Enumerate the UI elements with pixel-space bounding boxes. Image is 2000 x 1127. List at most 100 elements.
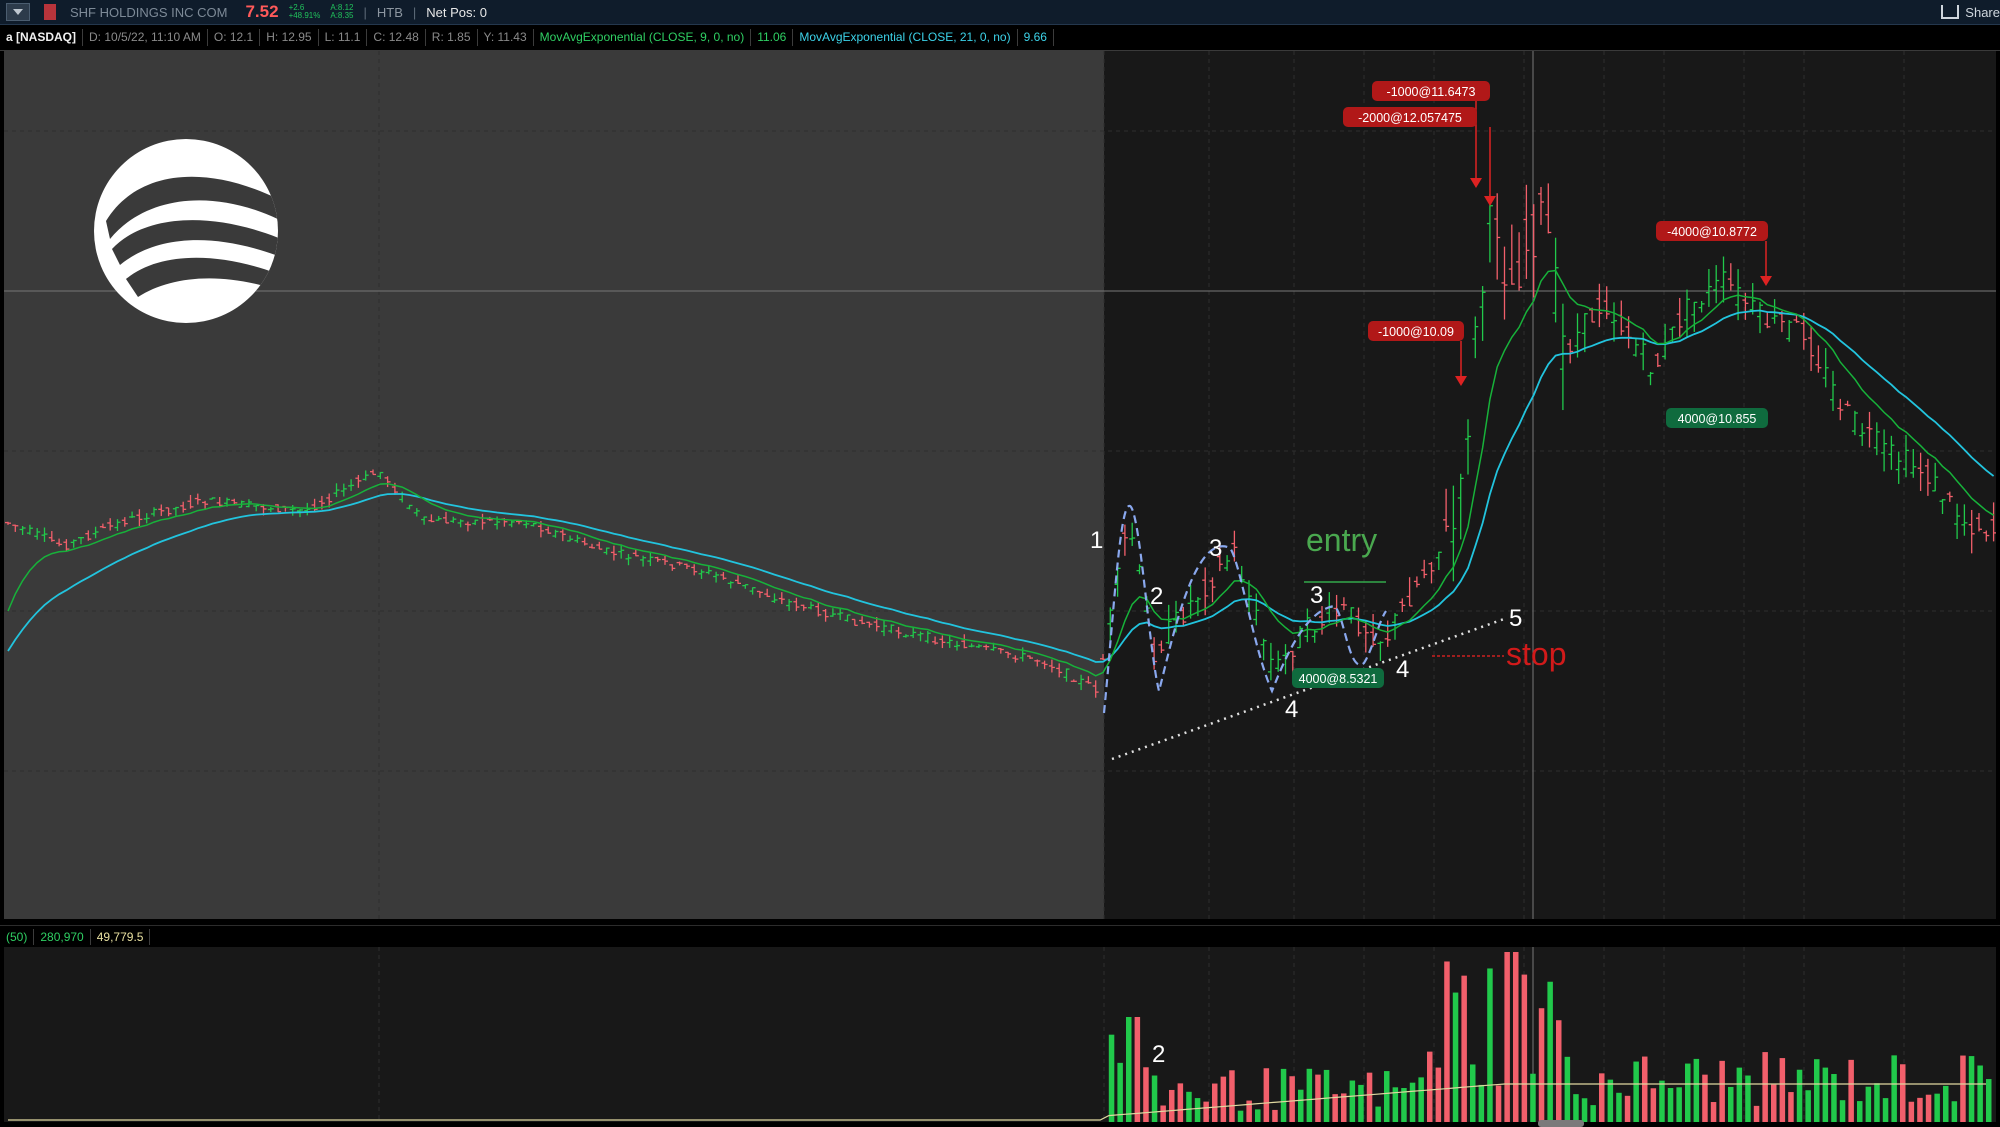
volume-bar	[1117, 1062, 1123, 1122]
volume-chart[interactable]: 2	[4, 947, 1996, 1122]
volume-bar	[1478, 1084, 1485, 1122]
volume-bar	[1220, 1076, 1227, 1122]
order-buy-2[interactable]: 4000@8.5321	[1292, 668, 1384, 688]
volume-bar	[1659, 1080, 1665, 1122]
volume-bar	[1564, 1056, 1571, 1122]
order-sell-1-label: -1000@11.6473	[1387, 85, 1476, 99]
volume-bar	[1358, 1084, 1364, 1122]
volume-bar	[1452, 992, 1459, 1122]
volume-bar	[1538, 1008, 1545, 1122]
volume-bar	[1900, 1064, 1906, 1122]
wave-label-3b: 3	[1310, 582, 1323, 609]
order-sell-4[interactable]: -4000@10.8772	[1656, 221, 1772, 286]
volume-bar	[1805, 1090, 1811, 1122]
volume-bar	[1547, 981, 1553, 1122]
volume-bar	[1126, 1017, 1132, 1122]
last-price: 7.52	[245, 2, 279, 21]
volume-bar	[1745, 1075, 1751, 1122]
volume-bar	[1839, 1100, 1846, 1122]
divider: |	[363, 4, 367, 20]
ema21-study-label[interactable]: MovAvgExponential (CLOSE, 21, 0, no)	[793, 29, 1018, 46]
volume-bar	[1728, 1086, 1734, 1122]
order-sell-3[interactable]: -1000@10.09	[1368, 321, 1467, 386]
share-button[interactable]: Share	[1941, 0, 2000, 24]
volume-bar	[1306, 1068, 1313, 1122]
volume-panel[interactable]: 2	[4, 947, 1996, 1122]
volume-bar	[1444, 961, 1450, 1122]
divider: |	[412, 4, 417, 20]
volume-bar	[1461, 975, 1467, 1122]
volume-bar	[1366, 1072, 1373, 1122]
volume-bar	[1607, 1079, 1614, 1122]
price-chart-panel[interactable]: 1 2 3 3 4 4 5 entry stop -1000@11.6473 -…	[4, 51, 1996, 919]
volume-bar	[1753, 1105, 1760, 1122]
volume-bar	[1487, 968, 1493, 1122]
volume-bar	[1573, 1094, 1579, 1122]
bar-high: H: 12.95	[260, 29, 319, 46]
order-sell-2[interactable]: -2000@12.057475	[1343, 107, 1496, 206]
volume-bar	[1229, 1070, 1235, 1122]
volume-bar	[1633, 1061, 1639, 1122]
volume-bar	[1719, 1060, 1725, 1122]
volume-bar	[1186, 1091, 1192, 1122]
volume-bar	[1289, 1076, 1295, 1122]
price-chart[interactable]: 1 2 3 3 4 4 5 entry stop -1000@11.6473 -…	[4, 51, 1996, 919]
volume-bar	[1986, 1079, 1992, 1122]
volume-average: 49,779.5	[91, 929, 151, 945]
wave-label-4a: 4	[1285, 696, 1298, 723]
symbol-name[interactable]: SHF HOLDINGS INC COM	[70, 5, 227, 20]
volume-bar	[1323, 1069, 1330, 1122]
share-icon	[1941, 5, 1960, 19]
volume-bar	[1341, 1093, 1347, 1122]
horizontal-scrollbar[interactable]	[1538, 1120, 1584, 1127]
volume-bar	[1143, 1067, 1149, 1122]
volume-bar	[1667, 1088, 1674, 1122]
wave-label-2: 2	[1150, 583, 1163, 610]
volume-bar	[1237, 1110, 1244, 1122]
order-buy-1[interactable]: 4000@10.855	[1666, 408, 1768, 428]
volume-bar	[1874, 1083, 1880, 1122]
volume-bar	[1650, 1088, 1657, 1122]
volume-bar	[1908, 1101, 1915, 1122]
shf-wave-logo	[94, 139, 278, 323]
volume-bar	[1762, 1052, 1768, 1122]
volume-bar	[1409, 1082, 1416, 1122]
volume-bar	[1401, 1088, 1407, 1122]
ema9-study-label[interactable]: MovAvgExponential (CLOSE, 9, 0, no)	[534, 29, 752, 46]
symbol-toolbar: SHF HOLDINGS INC COM 7.52 +2.6 +48.91% A…	[0, 0, 2000, 25]
volume-bar	[1504, 952, 1510, 1122]
volume-bar	[1882, 1098, 1889, 1122]
order-buy-1-label: 4000@10.855	[1678, 412, 1757, 426]
price-change-pct: +48.91%	[288, 11, 321, 20]
volume-grid	[378, 947, 1905, 1122]
volume-bar	[1435, 1067, 1442, 1122]
volume-bar	[1814, 1059, 1820, 1122]
volume-bar	[1599, 1073, 1605, 1122]
volume-bar	[1616, 1092, 1622, 1122]
volume-bar	[1685, 1063, 1691, 1122]
volume-bar	[1427, 1051, 1433, 1122]
chart-info-bar: a [NASDAQ] D: 10/5/22, 11:10 AM O: 12.1 …	[0, 25, 2000, 51]
volume-bar	[1513, 952, 1519, 1122]
volume-bar	[1693, 1058, 1700, 1122]
order-sell-4-label: -4000@10.8772	[1667, 225, 1757, 239]
volume-bar	[1702, 1074, 1708, 1122]
order-sell-3-label: -1000@10.09	[1378, 325, 1454, 339]
volume-value: 280,970	[34, 929, 91, 945]
volume-bar	[1676, 1087, 1682, 1122]
volume-bar	[1736, 1067, 1743, 1122]
order-sell-1[interactable]: -1000@11.6473	[1372, 81, 1490, 188]
volume-bar	[1349, 1080, 1356, 1122]
volume-label-2: 2	[1152, 1041, 1165, 1068]
alert-flag-icon[interactable]	[44, 4, 56, 20]
bar-range: R: 1.85	[426, 29, 478, 46]
wave-label-1: 1	[1090, 527, 1103, 554]
bar-y: Y: 11.43	[478, 29, 534, 46]
volume-bar	[1169, 1089, 1175, 1122]
wave-label-4b: 4	[1396, 656, 1409, 683]
volume-bar	[1848, 1059, 1854, 1122]
volume-bar	[1951, 1101, 1958, 1122]
chevron-down-icon[interactable]	[6, 3, 30, 21]
volume-bar	[1521, 974, 1528, 1122]
volume-bar	[1212, 1083, 1218, 1122]
